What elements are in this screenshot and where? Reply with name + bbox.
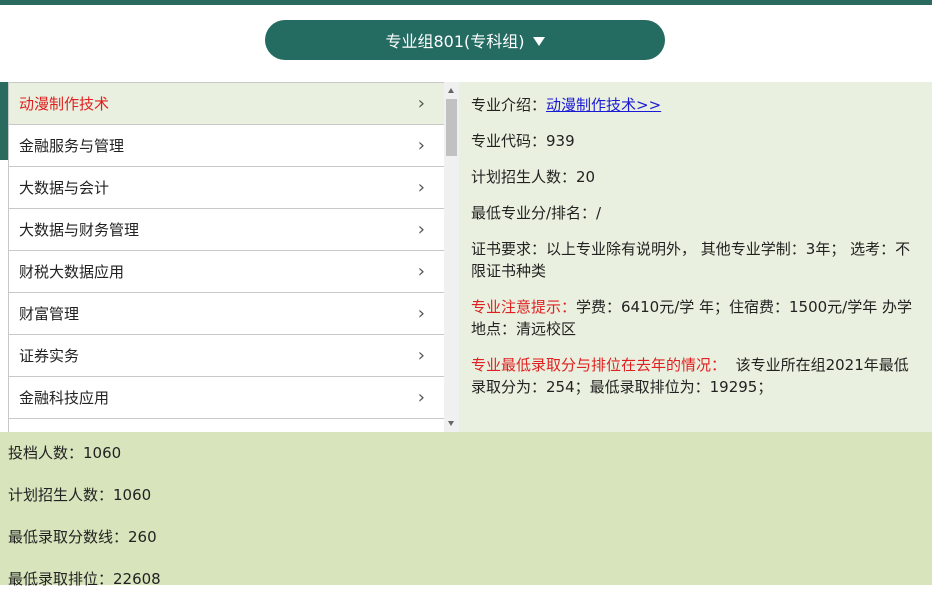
scroll-down-icon[interactable]: [448, 421, 454, 426]
history-row: 专业最低录取分与排位在去年的情况： 该专业所在组2021年最低录取分为：254；…: [471, 354, 918, 398]
major-list-item[interactable]: 动漫制作技术 ›: [9, 83, 445, 125]
intro-row: 专业介绍：动漫制作技术>>: [471, 94, 918, 116]
chevron-right-icon: ›: [417, 345, 425, 366]
major-list-item[interactable]: 金融服务与管理 ›: [9, 125, 445, 167]
intro-label: 专业介绍：: [471, 96, 547, 114]
chevron-right-icon: ›: [417, 93, 425, 114]
list-scrollbar[interactable]: [444, 82, 459, 432]
major-list: 动漫制作技术 › 金融服务与管理 › 大数据与会计 › 大数据与财务管理 › 财…: [8, 82, 445, 433]
summary-min-rank: 最低录取排位：22608: [8, 570, 161, 588]
chevron-right-icon: ›: [417, 303, 425, 324]
major-list-item[interactable]: 大数据与会计 ›: [9, 167, 445, 209]
scroll-thumb[interactable]: [446, 99, 457, 156]
notice-row: 专业注意提示：学费：6410元/学 年；住宿费：1500元/学年 办学地点：清远…: [471, 296, 918, 340]
major-name: 证券实务: [19, 347, 80, 365]
chevron-right-icon: ›: [417, 219, 425, 240]
major-min-score-rank: 最低专业分/排名：/: [471, 204, 602, 222]
caret-down-icon: [532, 36, 545, 46]
chevron-right-icon: ›: [417, 177, 425, 198]
major-group-label: 专业组801(专科组): [385, 32, 525, 51]
group-summary-panel: 投档人数：1060 计划招生人数：1060 最低录取分数线：260 最低录取排位…: [0, 432, 932, 588]
major-list-item[interactable]: 金融科技应用 ›: [9, 377, 445, 419]
major-code: 专业代码：939: [471, 132, 575, 150]
major-list-item[interactable]: 证券实务 ›: [9, 335, 445, 377]
major-name: 金融科技应用: [19, 389, 110, 407]
chevron-right-icon: ›: [417, 387, 425, 408]
major-name: 财富管理: [19, 305, 80, 323]
chevron-right-icon: ›: [417, 135, 425, 156]
major-plan: 计划招生人数：20: [471, 168, 596, 186]
major-detail-panel: 专业介绍：动漫制作技术>> 专业代码：939 计划招生人数：20 最低专业分/排…: [459, 82, 932, 432]
notice-label: 专业注意提示：: [471, 298, 577, 316]
left-accent-bar: [0, 82, 8, 160]
top-accent-bar: [0, 0, 932, 5]
major-name: 财税大数据应用: [19, 263, 125, 281]
major-list-item[interactable]: 大数据与财务管理 ›: [9, 209, 445, 251]
summary-min-score: 最低录取分数线：260: [8, 528, 157, 546]
major-name: 大数据与会计: [19, 179, 110, 197]
major-list-item[interactable]: 财税大数据应用 ›: [9, 251, 445, 293]
chevron-right-icon: ›: [417, 261, 425, 282]
summary-applicants: 投档人数：1060: [8, 444, 122, 462]
major-name: 动漫制作技术: [19, 95, 110, 113]
summary-plan: 计划招生人数：1060: [8, 486, 152, 504]
cert-requirement: 证书要求：以上专业除有说明外， 其他专业学制：3年； 选考：不限证书种类: [471, 240, 911, 280]
intro-link[interactable]: 动漫制作技术>>: [546, 96, 661, 114]
scroll-up-icon[interactable]: [448, 88, 454, 93]
major-name: 金融服务与管理: [19, 137, 125, 155]
history-label: 专业最低录取分与排位在去年的情况：: [471, 356, 727, 374]
major-name: 大数据与财务管理: [19, 221, 140, 239]
major-list-item[interactable]: 财富管理 ›: [9, 293, 445, 335]
major-group-dropdown[interactable]: 专业组801(专科组): [265, 20, 665, 60]
